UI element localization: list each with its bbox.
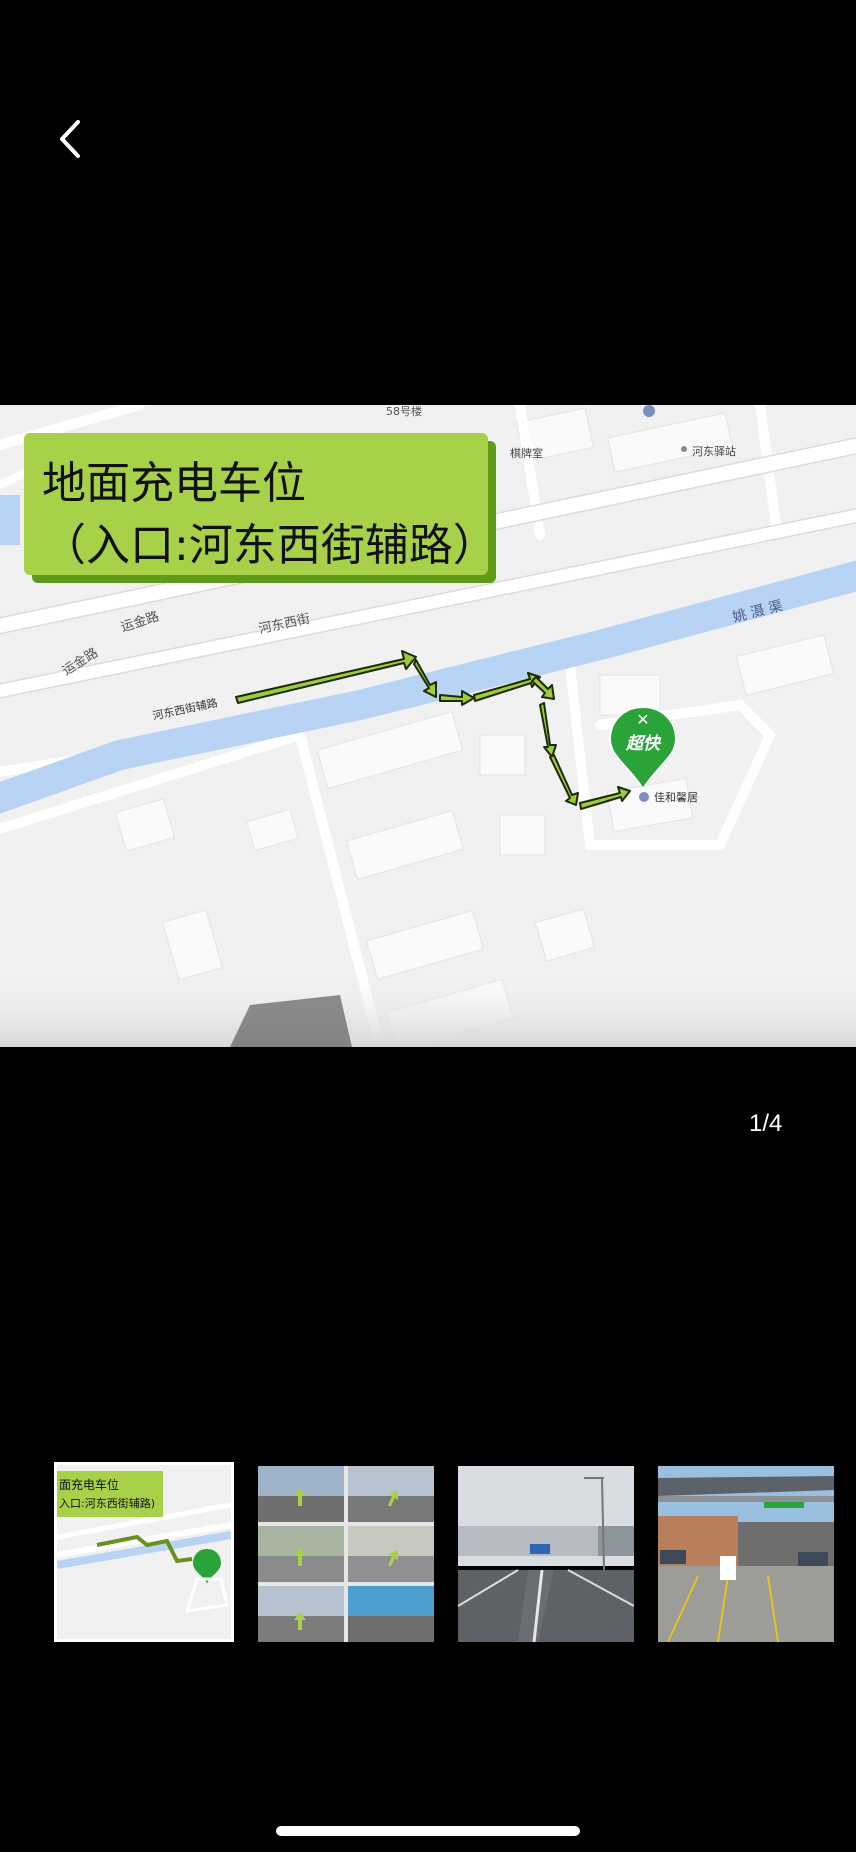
main-photo[interactable]: 58号楼 棋牌室 河东驿站 运金路 运金路 河东西街 河东西街辅路 姚 滠 渠 … <box>0 405 856 1047</box>
thumbnail-4[interactable] <box>658 1466 834 1642</box>
thumbnail-photo-grid <box>258 1466 434 1642</box>
home-indicator[interactable] <box>276 1826 580 1836</box>
thumbnail-3[interactable] <box>458 1466 634 1642</box>
image-viewer-screen: 58号楼 棋牌室 河东驿站 运金路 运金路 河东西街 河东西街辅路 姚 滠 渠 … <box>0 0 856 1852</box>
thumbnail-2[interactable] <box>258 1466 434 1642</box>
charging-station-pin: ✕ 超快 <box>608 705 678 791</box>
chevron-left-icon <box>60 120 80 158</box>
page-indicator: 1/4 <box>749 1110 783 1137</box>
thumbnail-map-image: 面充电车位 入口:河东西街辅路) <box>57 1465 231 1639</box>
map-label: 棋牌室 <box>510 447 543 460</box>
bolt-icon: ✕ <box>636 710 650 729</box>
thumb-label-line2: 入口:河东西街辅路) <box>59 1496 155 1510</box>
thumbnail-1[interactable]: 面充电车位 入口:河东西街辅路) <box>54 1462 234 1642</box>
thumbnail-carport-photo <box>658 1466 834 1642</box>
thumb-label-line1: 面充电车位 <box>59 1477 119 1492</box>
map-label: 佳和馨居 <box>654 791 698 804</box>
thumbnail-road-photo <box>458 1466 634 1642</box>
back-button[interactable] <box>44 104 100 174</box>
thumbnail-strip: 面充电车位 入口:河东西街辅路) <box>0 1462 856 1648</box>
pin-label: 超快 <box>626 734 660 754</box>
label-title: 地面充电车位 <box>42 458 306 509</box>
map-label: 58号楼 <box>386 405 422 418</box>
label-subtitle: （入口:河东西街辅路） <box>42 520 497 571</box>
location-label-card: 地面充电车位 （入口:河东西街辅路） <box>24 433 497 583</box>
map-label: 河东驿站 <box>692 445 736 458</box>
